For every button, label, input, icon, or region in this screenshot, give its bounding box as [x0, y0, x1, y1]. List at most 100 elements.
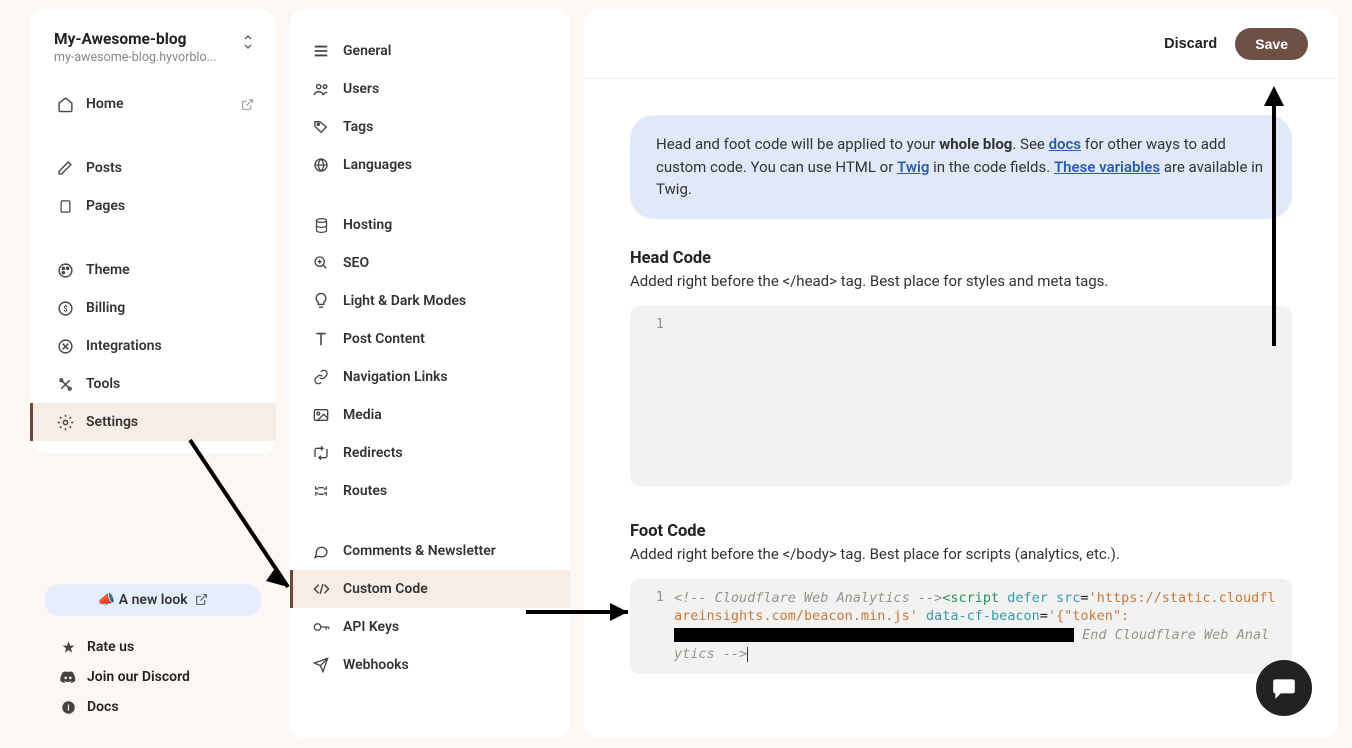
sub-comments[interactable]: Comments & Newsletter — [290, 532, 570, 570]
sub-label: API Keys — [343, 619, 399, 635]
nav-settings[interactable]: Settings — [30, 403, 276, 441]
head-code-title: Head Code — [630, 249, 1292, 268]
page-icon — [56, 197, 74, 215]
nav-pages[interactable]: Pages — [30, 187, 276, 225]
sub-media[interactable]: Media — [290, 396, 570, 434]
text-icon — [312, 330, 330, 348]
theme-icon — [56, 261, 74, 279]
nav-label: Tools — [86, 376, 120, 392]
bulb-icon — [312, 292, 330, 310]
sub-tags[interactable]: Tags — [290, 108, 570, 146]
sub-label: Navigation Links — [343, 369, 448, 385]
sub-users[interactable]: Users — [290, 70, 570, 108]
nav-integrations[interactable]: Integrations — [30, 327, 276, 365]
sub-label: Webhooks — [343, 657, 409, 673]
nav-tools[interactable]: Tools — [30, 365, 276, 403]
chat-icon — [312, 542, 330, 560]
tools-icon — [56, 375, 74, 393]
redirect-icon — [312, 444, 330, 462]
integrations-icon — [56, 337, 74, 355]
svg-text:$: $ — [63, 304, 68, 313]
pencil-icon — [56, 159, 74, 177]
home-icon — [56, 95, 74, 113]
gear-icon — [56, 413, 74, 431]
blog-title: My-Awesome-blog — [54, 30, 216, 48]
sub-lightdark[interactable]: Light & Dark Modes — [290, 282, 570, 320]
star-icon — [60, 639, 76, 655]
sub-label: Routes — [343, 483, 387, 499]
redacted-token — [674, 628, 1074, 642]
sub-label: Tags — [343, 119, 373, 135]
foot-code-title: Foot Code — [630, 522, 1292, 541]
blog-switcher[interactable]: My-Awesome-blog my-awesome-blog.hyvorblo… — [30, 30, 276, 79]
users-icon — [312, 80, 330, 98]
nav-posts[interactable]: Posts — [30, 149, 276, 187]
nav-label: Billing — [86, 300, 125, 316]
sub-label: Light & Dark Modes — [343, 293, 466, 309]
nav-label: Settings — [86, 414, 138, 430]
footer-discord[interactable]: Join our Discord — [30, 662, 276, 692]
chevron-updown-icon[interactable] — [242, 30, 254, 50]
sub-customcode[interactable]: Custom Code — [290, 570, 570, 608]
settings-submenu: General Users Tags Languages Hosting SEO… — [290, 10, 570, 738]
discord-icon — [60, 669, 76, 685]
foot-code-editor[interactable]: 1 <!-- Cloudflare Web Analytics --><scri… — [630, 579, 1292, 675]
chat-fab[interactable] — [1256, 660, 1312, 716]
head-code-editor[interactable]: 1 — [630, 306, 1292, 486]
footer-label: Join our Discord — [87, 669, 190, 685]
nav-label: Pages — [86, 198, 125, 214]
nav-home[interactable]: Home — [30, 85, 276, 123]
save-button[interactable]: Save — [1235, 28, 1308, 60]
link-vars[interactable]: These variables — [1054, 158, 1160, 176]
info-icon: i — [60, 699, 76, 715]
globe-icon — [312, 156, 330, 174]
sub-label: Custom Code — [343, 581, 428, 597]
sub-general[interactable]: General — [290, 32, 570, 70]
nav-billing[interactable]: $ Billing — [30, 289, 276, 327]
foot-code-desc: Added right before the </body> tag. Best… — [630, 545, 1292, 563]
sub-redirects[interactable]: Redirects — [290, 434, 570, 472]
link-docs[interactable]: docs — [1049, 135, 1081, 153]
sub-label: Redirects — [343, 445, 403, 461]
sub-seo[interactable]: SEO — [290, 244, 570, 282]
routes-icon — [312, 482, 330, 500]
link-twig[interactable]: Twig — [897, 158, 929, 176]
sub-postcontent[interactable]: Post Content — [290, 320, 570, 358]
nav-label: Integrations — [86, 338, 162, 354]
sub-hosting[interactable]: Hosting — [290, 206, 570, 244]
sub-apikeys[interactable]: API Keys — [290, 608, 570, 646]
toolbar: Discard Save — [584, 10, 1338, 79]
sub-label: Languages — [343, 157, 412, 173]
billing-icon: $ — [56, 299, 74, 317]
discard-button[interactable]: Discard — [1164, 36, 1217, 52]
code-icon — [312, 580, 330, 598]
blog-url: my-awesome-blog.hyvorblo... — [54, 50, 216, 65]
menu-icon — [312, 42, 330, 60]
chat-icon — [1271, 676, 1297, 700]
footer-docs[interactable]: i Docs — [30, 692, 276, 722]
sub-navlinks[interactable]: Navigation Links — [290, 358, 570, 396]
sub-label: Users — [343, 81, 379, 97]
sub-label: General — [343, 43, 391, 59]
gutter: 1 — [630, 316, 674, 476]
link-icon — [312, 368, 330, 386]
sub-label: Comments & Newsletter — [343, 543, 496, 559]
tag-icon — [312, 118, 330, 136]
new-look-banner[interactable]: 📣 A new look — [44, 584, 262, 616]
image-icon — [312, 406, 330, 424]
sub-routes[interactable]: Routes — [290, 472, 570, 510]
sub-label: SEO — [343, 255, 369, 271]
nav-label: Home — [86, 96, 124, 112]
send-icon — [312, 656, 330, 674]
sub-languages[interactable]: Languages — [290, 146, 570, 184]
key-icon — [312, 618, 330, 636]
head-code-desc: Added right before the </head> tag. Best… — [630, 272, 1292, 290]
footer-rate[interactable]: Rate us — [30, 632, 276, 662]
nav-theme[interactable]: Theme — [30, 251, 276, 289]
sub-label: Post Content — [343, 331, 425, 347]
database-icon — [312, 216, 330, 234]
info-callout: Head and foot code will be applied to yo… — [630, 115, 1292, 219]
footer-label: Rate us — [87, 639, 134, 655]
sub-webhooks[interactable]: Webhooks — [290, 646, 570, 684]
search-icon — [312, 254, 330, 272]
